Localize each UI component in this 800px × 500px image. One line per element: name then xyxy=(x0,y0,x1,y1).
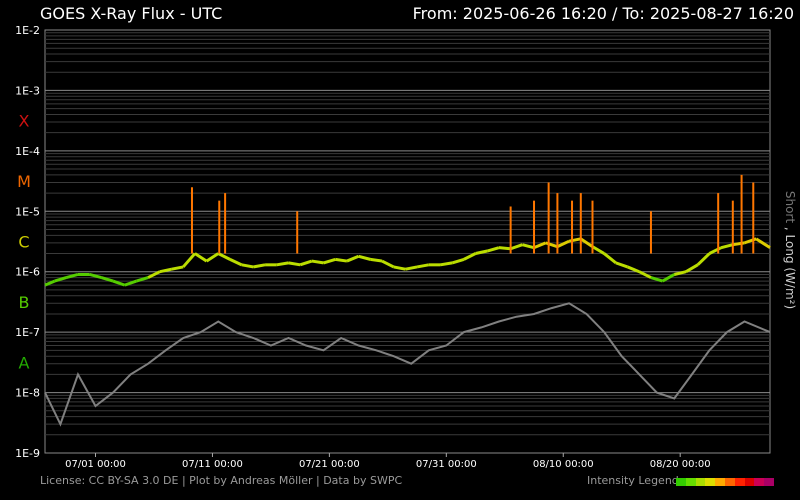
y-tick-label: 1E-6 xyxy=(15,266,40,279)
x-tick-label: 07/31 00:00 xyxy=(416,459,477,470)
y-tick-label: 1E-2 xyxy=(15,24,40,37)
legend-swatch xyxy=(676,478,686,486)
flare-class-label: M xyxy=(17,172,31,191)
long-series-segment xyxy=(288,261,301,267)
y-axis-label: Short , Long (W/m²) xyxy=(783,191,797,309)
long-series-segment xyxy=(253,263,266,269)
x-tick-label: 07/21 00:00 xyxy=(299,459,360,470)
long-series-segment xyxy=(276,261,289,267)
legend-swatch xyxy=(744,478,755,486)
xray-flux-chart: 1E-9 1E-8 1E-7 1E-6 1E-5 1E-4 1E-3 1E-2 A B C M X 07/… xyxy=(15,24,797,470)
y-tick-label: 1E-7 xyxy=(15,326,40,339)
long-series-segment xyxy=(311,259,324,265)
flare-class-label: C xyxy=(18,233,29,252)
y-axis-label-long: Long (W/m²) xyxy=(783,235,797,310)
legend-swatch xyxy=(724,478,735,486)
y-tick-label: 1E-5 xyxy=(15,205,40,218)
long-series-segment xyxy=(241,263,254,269)
legend-swatch xyxy=(705,478,716,486)
long-series-segment xyxy=(335,257,348,263)
flare-class-label: A xyxy=(19,353,30,372)
y-tick-label: 1E-4 xyxy=(15,145,40,158)
y-tick-label: 1E-3 xyxy=(15,84,40,97)
long-series-segment xyxy=(370,257,383,263)
legend-swatch xyxy=(695,478,706,486)
x-tick-label: 08/20 00:00 xyxy=(650,459,711,470)
long-series-segment xyxy=(732,241,745,247)
legend-swatch xyxy=(754,478,765,486)
legend-swatch xyxy=(764,478,774,486)
license-text: License: CC BY-SA 3.0 DE | Plot by Andre… xyxy=(40,474,403,487)
legend-swatch xyxy=(734,478,745,486)
y-tick-label: 1E-9 xyxy=(15,447,40,460)
long-series-segment xyxy=(498,246,511,251)
x-tick-label: 07/01 00:00 xyxy=(65,459,126,470)
y-tick-label: 1E-8 xyxy=(15,387,40,400)
intensity-legend-label: Intensity Legend xyxy=(587,474,679,487)
legend-swatch xyxy=(715,478,725,486)
long-series-segment xyxy=(416,263,430,269)
intensity-legend xyxy=(676,478,774,486)
legend-swatch xyxy=(685,478,696,486)
y-axis-label-short: Short xyxy=(783,191,797,223)
long-series-segment xyxy=(440,261,453,267)
flare-class-label: B xyxy=(19,293,30,312)
x-tick-label: 08/10 00:00 xyxy=(533,459,594,470)
x-tick-label: 07/11 00:00 xyxy=(182,459,243,470)
y-axis-label-sep: , xyxy=(783,223,797,234)
flare-class-label: X xyxy=(19,112,30,131)
